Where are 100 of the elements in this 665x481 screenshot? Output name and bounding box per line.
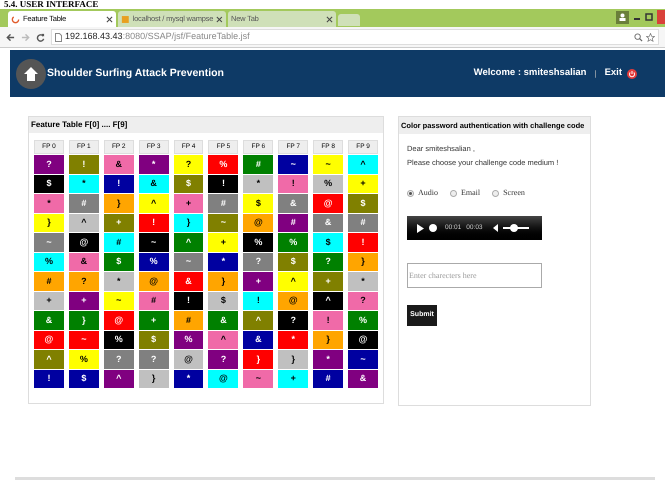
color-symbol-cell[interactable]: ~ xyxy=(208,214,238,232)
color-symbol-cell[interactable]: $ xyxy=(348,194,378,212)
color-symbol-cell[interactable]: ! xyxy=(313,311,344,330)
color-symbol-cell[interactable]: * xyxy=(313,350,344,368)
color-symbol-cell[interactable]: ^ xyxy=(243,311,274,330)
color-symbol-cell[interactable]: $ xyxy=(208,292,238,310)
color-symbol-cell[interactable]: * xyxy=(348,272,378,290)
color-symbol-cell[interactable]: ^ xyxy=(104,370,134,388)
star-icon[interactable] xyxy=(646,32,655,42)
color-symbol-cell[interactable]: ~ xyxy=(243,370,274,388)
maximize-icon[interactable] xyxy=(645,13,653,21)
color-symbol-cell[interactable]: ! xyxy=(174,292,204,310)
color-symbol-cell[interactable]: % xyxy=(174,330,204,349)
color-symbol-cell[interactable]: } xyxy=(278,350,308,368)
color-symbol-cell[interactable]: ? xyxy=(104,350,134,368)
color-symbol-cell[interactable]: * xyxy=(68,174,99,193)
color-symbol-cell[interactable]: # xyxy=(313,370,344,388)
color-symbol-cell[interactable]: ~ xyxy=(138,233,169,252)
close-icon[interactable] xyxy=(326,16,333,22)
color-symbol-cell[interactable]: + xyxy=(104,214,134,232)
color-symbol-cell[interactable]: ^ xyxy=(174,233,204,252)
color-symbol-cell[interactable]: * xyxy=(34,194,64,212)
reload-icon[interactable] xyxy=(36,32,45,42)
medium-radio[interactable]: Email xyxy=(450,187,480,199)
color-symbol-cell[interactable]: ^ xyxy=(68,214,99,232)
color-symbol-cell[interactable]: % xyxy=(34,252,64,271)
color-symbol-cell[interactable]: ? xyxy=(34,155,64,174)
color-symbol-cell[interactable]: % xyxy=(313,174,344,193)
color-symbol-cell[interactable]: @ xyxy=(278,292,308,310)
color-symbol-cell[interactable]: } xyxy=(348,252,378,271)
color-symbol-cell[interactable]: ? xyxy=(174,155,204,174)
color-symbol-cell[interactable]: $ xyxy=(278,252,308,271)
exit-link[interactable]: Exit xyxy=(604,66,622,81)
volume-slider[interactable] xyxy=(502,224,529,232)
color-symbol-cell[interactable]: ^ xyxy=(278,272,308,290)
color-symbol-cell[interactable]: ^ xyxy=(138,194,169,212)
color-symbol-cell[interactable]: * xyxy=(104,272,134,290)
color-symbol-cell[interactable]: % xyxy=(68,350,99,368)
color-symbol-cell[interactable]: # xyxy=(138,292,169,310)
color-symbol-cell[interactable]: } xyxy=(104,194,134,212)
color-symbol-cell[interactable]: ~ xyxy=(348,350,378,368)
color-symbol-cell[interactable]: % xyxy=(348,311,378,330)
power-icon[interactable] xyxy=(627,68,637,78)
color-symbol-cell[interactable]: ^ xyxy=(313,292,344,310)
medium-radio[interactable]: Audio xyxy=(407,187,438,199)
color-symbol-cell[interactable]: @ xyxy=(313,194,344,212)
color-symbol-cell[interactable]: & xyxy=(104,155,134,174)
color-symbol-cell[interactable]: @ xyxy=(348,330,378,349)
challenge-code-field[interactable]: Enter charecters here xyxy=(407,263,542,288)
color-symbol-cell[interactable]: ! xyxy=(243,292,274,310)
color-symbol-cell[interactable]: } xyxy=(174,214,204,232)
color-symbol-cell[interactable]: & xyxy=(208,311,238,330)
color-symbol-cell[interactable]: ! xyxy=(138,214,169,232)
home-button[interactable] xyxy=(16,58,46,88)
color-symbol-cell[interactable]: ~ xyxy=(34,233,64,252)
color-symbol-cell[interactable]: & xyxy=(313,214,344,232)
color-symbol-cell[interactable]: * xyxy=(174,370,204,388)
color-symbol-cell[interactable]: + xyxy=(68,292,99,310)
medium-radio[interactable]: Screen xyxy=(492,187,525,199)
color-symbol-cell[interactable]: & xyxy=(278,194,308,212)
color-symbol-cell[interactable]: # xyxy=(348,214,378,232)
color-symbol-cell[interactable]: * xyxy=(208,252,238,271)
color-symbol-cell[interactable]: + xyxy=(313,272,344,290)
color-symbol-cell[interactable]: # xyxy=(278,214,308,232)
color-symbol-cell[interactable]: * xyxy=(243,174,274,193)
color-symbol-cell[interactable]: $ xyxy=(313,233,344,252)
color-symbol-cell[interactable]: @ xyxy=(68,233,99,252)
color-symbol-cell[interactable]: } xyxy=(208,272,238,290)
color-symbol-cell[interactable]: % xyxy=(138,252,169,271)
color-symbol-cell[interactable]: ~ xyxy=(104,292,134,310)
back-icon[interactable] xyxy=(6,32,15,42)
color-symbol-cell[interactable]: ! xyxy=(68,155,99,174)
color-symbol-cell[interactable]: $ xyxy=(174,174,204,193)
color-symbol-cell[interactable]: + xyxy=(348,174,378,193)
color-symbol-cell[interactable]: # xyxy=(34,272,64,290)
color-symbol-cell[interactable]: ? xyxy=(243,252,274,271)
color-symbol-cell[interactable]: ? xyxy=(138,350,169,368)
color-symbol-cell[interactable]: } xyxy=(243,350,274,368)
color-symbol-cell[interactable]: @ xyxy=(243,214,274,232)
zoom-icon[interactable] xyxy=(634,32,643,42)
color-symbol-cell[interactable]: & xyxy=(174,272,204,290)
color-symbol-cell[interactable]: $ xyxy=(104,252,134,271)
user-icon[interactable] xyxy=(616,10,629,24)
color-symbol-cell[interactable]: $ xyxy=(243,194,274,212)
color-symbol-cell[interactable]: & xyxy=(348,370,378,388)
color-symbol-cell[interactable]: ^ xyxy=(348,155,378,174)
color-symbol-cell[interactable]: @ xyxy=(208,370,238,388)
color-symbol-cell[interactable]: # xyxy=(68,194,99,212)
color-symbol-cell[interactable]: ? xyxy=(278,311,308,330)
color-symbol-cell[interactable]: & xyxy=(34,311,64,330)
color-symbol-cell[interactable]: ? xyxy=(208,350,238,368)
close-icon[interactable] xyxy=(216,16,223,22)
color-symbol-cell[interactable]: $ xyxy=(138,330,169,349)
color-symbol-cell[interactable]: ! xyxy=(34,370,64,388)
color-symbol-cell[interactable]: ? xyxy=(313,252,344,271)
color-symbol-cell[interactable]: + xyxy=(34,292,64,310)
color-symbol-cell[interactable]: } xyxy=(138,370,169,388)
color-symbol-cell[interactable]: % xyxy=(278,233,308,252)
color-symbol-cell[interactable]: # xyxy=(243,155,274,174)
color-symbol-cell[interactable]: % xyxy=(208,155,238,174)
